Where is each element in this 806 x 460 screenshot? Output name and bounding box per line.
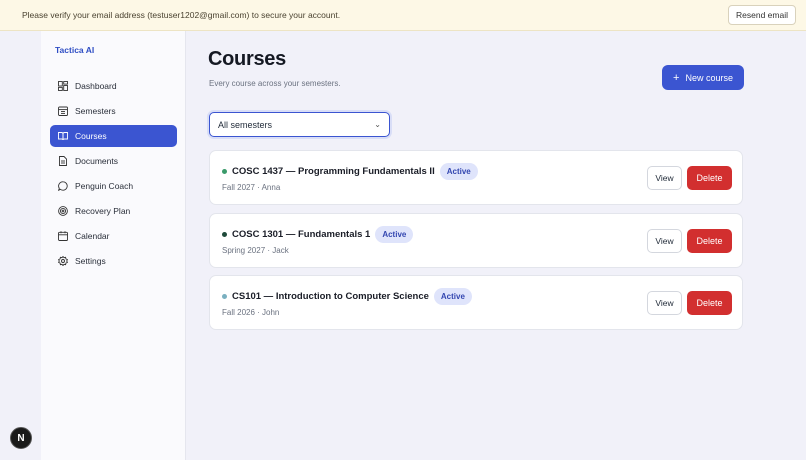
sidebar-item-label: Dashboard: [75, 81, 117, 91]
course-title-row: COSC 1301 — Fundamentals 1 Active: [222, 226, 414, 243]
course-name: COSC 1301 — Fundamentals 1: [232, 229, 371, 240]
sidebar-nav: Dashboard Semesters Courses Documents Pe…: [50, 75, 177, 275]
course-card[interactable]: CS101 — Introduction to Computer Science…: [209, 275, 743, 330]
course-color-dot: [222, 232, 227, 237]
page-title: Courses: [208, 48, 286, 70]
status-badge: Active: [433, 288, 472, 305]
dev-tools-indicator[interactable]: N: [10, 427, 32, 449]
view-course-button[interactable]: View: [647, 166, 682, 190]
course-card[interactable]: COSC 1437 — Programming Fundamentals II …: [209, 150, 743, 205]
view-course-button[interactable]: View: [647, 229, 682, 253]
chevron-down-icon: ⌄: [374, 120, 381, 129]
new-course-label: New course: [685, 72, 733, 83]
view-course-button[interactable]: View: [647, 291, 682, 315]
course-title-row: CS101 — Introduction to Computer Science…: [222, 288, 472, 305]
sidebar-item-recovery-plan[interactable]: Recovery Plan: [50, 200, 177, 222]
sidebar-item-label: Courses: [75, 131, 107, 141]
dashboard-icon: [58, 81, 68, 91]
course-meta: Spring 2027 · Jack: [222, 246, 289, 255]
document-icon: [58, 156, 68, 166]
sidebar-item-label: Semesters: [75, 106, 116, 116]
delete-course-button[interactable]: Delete: [687, 291, 732, 315]
sidebar-item-calendar[interactable]: Calendar: [50, 225, 177, 247]
course-meta: Fall 2027 · Anna: [222, 183, 281, 192]
course-name: CS101 — Introduction to Computer Science: [232, 291, 429, 302]
sidebar-item-dashboard[interactable]: Dashboard: [50, 75, 177, 97]
delete-course-button[interactable]: Delete: [687, 229, 732, 253]
sidebar-item-label: Settings: [75, 256, 106, 266]
course-name: COSC 1437 — Programming Fundamentals II: [232, 166, 435, 177]
chat-bubble-icon: [58, 181, 68, 191]
sidebar-item-courses[interactable]: Courses: [50, 125, 177, 147]
sidebar-item-documents[interactable]: Documents: [50, 150, 177, 172]
main-content: Courses Every course across your semeste…: [186, 31, 806, 460]
course-color-dot: [222, 294, 227, 299]
plus-icon: +: [673, 71, 680, 84]
course-card[interactable]: COSC 1301 — Fundamentals 1 Active Spring…: [209, 213, 743, 268]
sidebar-item-settings[interactable]: Settings: [50, 250, 177, 272]
new-course-button[interactable]: + New course: [662, 65, 744, 90]
sidebar-item-label: Calendar: [75, 231, 110, 241]
page-subtitle: Every course across your semesters.: [209, 79, 341, 88]
gear-icon: [58, 256, 68, 266]
left-gutter: [0, 31, 41, 460]
calendar-grid-icon: [58, 106, 68, 116]
sidebar-item-label: Penguin Coach: [75, 181, 134, 191]
semester-filter-value: All semesters: [218, 119, 273, 130]
course-title-row: COSC 1437 — Programming Fundamentals II …: [222, 163, 478, 180]
target-icon: [58, 206, 68, 216]
delete-course-button[interactable]: Delete: [687, 166, 732, 190]
banner-message: Please verify your email address (testus…: [22, 10, 341, 20]
book-icon: [58, 131, 68, 141]
calendar-icon: [58, 231, 68, 241]
sidebar-item-label: Recovery Plan: [75, 206, 131, 216]
sidebar: Tactica AI Dashboard Semesters Courses D…: [41, 31, 186, 460]
semester-filter-select[interactable]: All semesters ⌄: [209, 112, 390, 137]
verify-email-banner: Please verify your email address (testus…: [0, 0, 806, 31]
status-badge: Active: [375, 226, 414, 243]
resend-email-button[interactable]: Resend email: [728, 5, 796, 25]
status-badge: Active: [439, 163, 478, 180]
brand-name[interactable]: Tactica AI: [55, 45, 94, 55]
course-color-dot: [222, 169, 227, 174]
sidebar-item-semesters[interactable]: Semesters: [50, 100, 177, 122]
sidebar-item-label: Documents: [75, 156, 118, 166]
sidebar-item-penguin-coach[interactable]: Penguin Coach: [50, 175, 177, 197]
course-meta: Fall 2026 · John: [222, 308, 280, 317]
